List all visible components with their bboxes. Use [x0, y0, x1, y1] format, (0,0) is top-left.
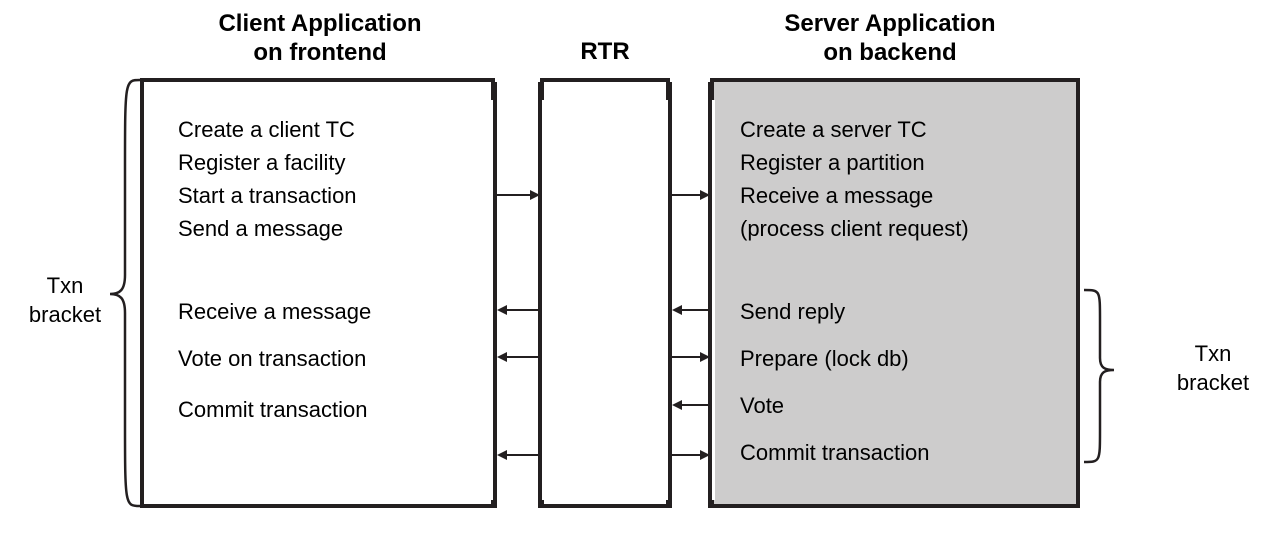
server-step-register-partition: Register a partition [740, 146, 969, 179]
rtr-box [540, 78, 670, 508]
txn-right-line1: Txn [1168, 340, 1258, 369]
client-step-commit: Commit transaction [178, 393, 371, 426]
client-step-create-tc: Create a client TC [178, 113, 371, 146]
server-title: Server Application on backend [700, 10, 1080, 68]
left-brace-icon [110, 80, 140, 506]
server-step-prepare: Prepare (lock db) [740, 342, 969, 375]
server-step-send-reply: Send reply [740, 295, 969, 328]
txn-left-line2: bracket [20, 301, 110, 330]
right-brace-icon [1084, 290, 1114, 462]
server-step-vote: Vote [740, 389, 969, 422]
client-title-line1: Client Application on frontend [218, 10, 421, 66]
client-step-send-message: Send a message [178, 212, 371, 245]
client-step-start-transaction: Start a transaction [178, 179, 371, 212]
txn-bracket-label-left: Txn bracket [20, 272, 110, 329]
left-arrows-group [495, 195, 540, 310]
txn-right-line2: bracket [1168, 369, 1258, 398]
rtr-title-text: RTR [580, 38, 629, 65]
diagram-root: Client Application on frontend RTR Serve… [0, 0, 1264, 536]
server-step-commit: Commit transaction [740, 436, 969, 469]
client-step-vote: Vote on transaction [178, 342, 371, 375]
server-title-text: Server Application on backend [784, 10, 995, 66]
client-step-receive-message: Receive a message [178, 295, 371, 328]
client-steps: Create a client TC Register a facility S… [178, 113, 371, 426]
client-title: Client Application on frontend [150, 10, 490, 68]
server-step-receive-message: Receive a message [740, 179, 969, 212]
txn-left-line1: Txn [20, 272, 110, 301]
txn-bracket-label-right: Txn bracket [1168, 340, 1258, 397]
client-step-register-facility: Register a facility [178, 146, 371, 179]
server-step-create-tc: Create a server TC [740, 113, 969, 146]
server-steps: Create a server TC Register a partition … [740, 113, 969, 469]
rtr-title: RTR [540, 38, 670, 67]
server-step-process-request: (process client request) [740, 212, 969, 245]
